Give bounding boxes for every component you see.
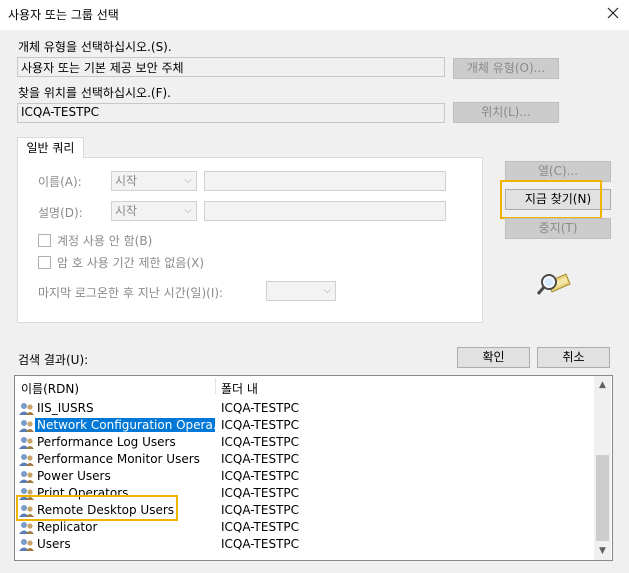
stop-button[interactable]: 중지(T): [505, 218, 611, 239]
location-field: ICQA-TESTPC: [17, 103, 445, 123]
ok-button[interactable]: 확인: [457, 347, 530, 368]
result-row[interactable]: Performance Monitor Users ICQA-TESTPC: [15, 451, 595, 468]
name-input[interactable]: [204, 171, 446, 191]
cancel-button[interactable]: 취소: [537, 347, 610, 368]
result-folder: ICQA-TESTPC: [221, 537, 300, 551]
group-icon: [19, 419, 35, 433]
result-name: Performance Log Users: [37, 435, 176, 449]
group-icon: [19, 453, 35, 467]
group-icon: [19, 521, 35, 535]
remote-desktop-users-highlight: [16, 495, 178, 521]
column-header-name[interactable]: 이름(RDN): [21, 380, 79, 397]
group-icon: [19, 538, 35, 552]
locations-button[interactable]: 위치(L)...: [453, 102, 559, 123]
days-since-logon-combo[interactable]: ⌵: [266, 281, 336, 301]
scrollbar-thumb[interactable]: [596, 455, 609, 541]
result-row[interactable]: Replicator ICQA-TESTPC: [15, 519, 595, 536]
scroll-down-icon[interactable]: ▼: [596, 544, 609, 558]
object-type-field: 사용자 또는 기본 제공 보안 주체: [17, 57, 445, 77]
columns-button[interactable]: 열(C)...: [505, 161, 611, 182]
description-input[interactable]: [204, 201, 446, 221]
chevron-down-icon: ⌵: [323, 285, 331, 296]
result-row[interactable]: Power Users ICQA-TESTPC: [15, 468, 595, 485]
search-results-label: 검색 결과(U):: [18, 353, 89, 367]
name-label: 이름(A):: [38, 175, 82, 189]
close-icon[interactable]: [604, 4, 622, 22]
chevron-down-icon: ⌵: [184, 175, 192, 186]
result-folder: ICQA-TESTPC: [221, 520, 300, 534]
non-expiring-password-label: 암 호 사용 기간 제한 없음(X): [57, 256, 205, 270]
result-folder: ICQA-TESTPC: [221, 503, 300, 517]
name-condition-combo[interactable]: 시작 ⌵: [111, 171, 197, 191]
group-icon: [19, 402, 35, 416]
result-folder: ICQA-TESTPC: [221, 435, 300, 449]
column-header-folder[interactable]: 폴더 내: [221, 380, 258, 397]
disabled-accounts-label: 계정 사용 안 함(B): [57, 234, 153, 248]
result-row[interactable]: Network Configuration Opera... ICQA-TEST…: [15, 417, 595, 434]
description-label: 설명(D):: [38, 206, 83, 220]
find-now-highlight: [500, 180, 602, 219]
result-name: IIS_IUSRS: [37, 401, 94, 415]
days-since-logon-label: 마지막 로그온한 후 지난 시간(일)(I):: [38, 286, 224, 300]
chevron-down-icon: ⌵: [184, 205, 192, 216]
result-folder: ICQA-TESTPC: [221, 401, 300, 415]
location-label: 찾을 위치를 선택하십시오.(F).: [18, 86, 171, 100]
object-type-label: 개체 유형을 선택하십시오.(S).: [18, 40, 172, 54]
result-name: Power Users: [37, 469, 111, 483]
result-row[interactable]: Users ICQA-TESTPC: [15, 536, 595, 553]
result-folder: ICQA-TESTPC: [221, 452, 300, 466]
result-name: Network Configuration Opera...: [35, 418, 215, 432]
result-folder: ICQA-TESTPC: [221, 469, 300, 483]
tab-common-queries[interactable]: 일반 쿼리: [17, 137, 84, 158]
search-results-list[interactable]: 이름(RDN) 폴더 내 IIS_IUSRS ICQA-TESTPC Netwo…: [14, 375, 613, 561]
disabled-accounts-checkbox[interactable]: [38, 234, 51, 247]
description-condition-value: 시작: [115, 204, 138, 218]
column-divider[interactable]: [215, 378, 216, 394]
result-row[interactable]: IIS_IUSRS ICQA-TESTPC: [15, 400, 595, 417]
result-folder: ICQA-TESTPC: [221, 486, 300, 500]
group-icon: [19, 436, 35, 450]
result-row[interactable]: Performance Log Users ICQA-TESTPC: [15, 434, 595, 451]
description-condition-combo[interactable]: 시작 ⌵: [111, 201, 197, 221]
window-title: 사용자 또는 그룹 선택: [8, 8, 119, 22]
object-types-button[interactable]: 개체 유형(O)...: [453, 58, 559, 79]
result-folder: ICQA-TESTPC: [221, 418, 300, 432]
group-icon: [19, 470, 35, 484]
non-expiring-password-checkbox[interactable]: [38, 256, 51, 269]
result-name: Replicator: [37, 520, 98, 534]
result-name: Performance Monitor Users: [37, 452, 200, 466]
scroll-up-icon[interactable]: ▲: [596, 378, 609, 392]
find-icon: [536, 268, 572, 298]
result-name: Users: [37, 537, 71, 551]
name-condition-value: 시작: [115, 174, 138, 188]
